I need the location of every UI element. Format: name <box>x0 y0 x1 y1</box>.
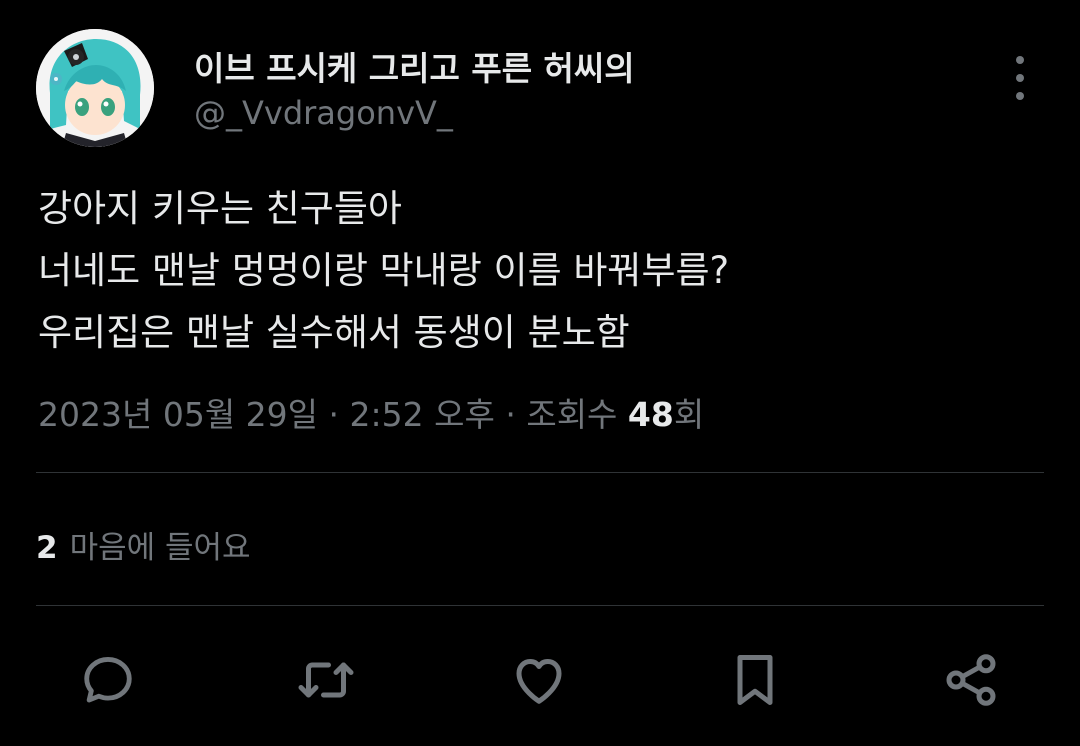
more-options-button[interactable] <box>1004 56 1036 100</box>
bookmark-button[interactable] <box>725 650 785 710</box>
views-suffix: 회 <box>673 395 705 434</box>
retweet-button[interactable] <box>296 650 356 710</box>
tweet-line: 우리집은 맨날 실수해서 동생이 분노함 <box>38 311 630 354</box>
tweet-line: 너네도 맨날 멍멍이랑 막내랑 이름 바꿔부름? <box>38 249 730 292</box>
tweet-meta: 2023년 05월 29일 · 2:52 오후 · 조회수 48회 <box>38 388 704 436</box>
views-count: 48 <box>627 395 674 434</box>
avatar[interactable] <box>36 29 154 147</box>
display-name[interactable]: 이브 프시케 그리고 푸른 허씨의 <box>194 42 635 90</box>
like-button[interactable] <box>509 650 569 710</box>
tweet-date: 2023년 05월 29일 <box>38 395 319 434</box>
like-icon <box>516 659 562 704</box>
likes-count: 2 <box>36 530 58 566</box>
more-dot-icon <box>1016 74 1024 82</box>
avatar-image <box>36 29 154 147</box>
likes-label: 마음에 들어요 <box>69 530 251 566</box>
likes-count-link[interactable]: 2 마음에 들어요 <box>36 522 251 567</box>
more-dot-icon <box>1016 56 1024 64</box>
meta-separator: · <box>318 395 350 434</box>
share-icon <box>946 654 996 706</box>
divider <box>36 605 1044 606</box>
divider <box>36 472 1044 473</box>
bookmark-icon <box>737 655 773 705</box>
meta-separator: · <box>494 395 527 434</box>
user-handle[interactable]: @_VvdragonvV_ <box>194 94 453 132</box>
reply-icon <box>84 657 132 703</box>
more-dot-icon <box>1016 92 1024 100</box>
tweet-time[interactable]: 2:52 오후 <box>350 395 495 434</box>
retweet-icon <box>298 662 354 698</box>
tweet-text: 강아지 키우는 친구들아 너네도 맨날 멍멍이랑 막내랑 이름 바꿔부름? 우리… <box>38 178 729 364</box>
views-prefix: 조회수 <box>526 395 628 434</box>
reply-button[interactable] <box>78 650 138 710</box>
share-button[interactable] <box>941 650 1001 710</box>
tweet-line: 강아지 키우는 친구들아 <box>38 187 402 230</box>
